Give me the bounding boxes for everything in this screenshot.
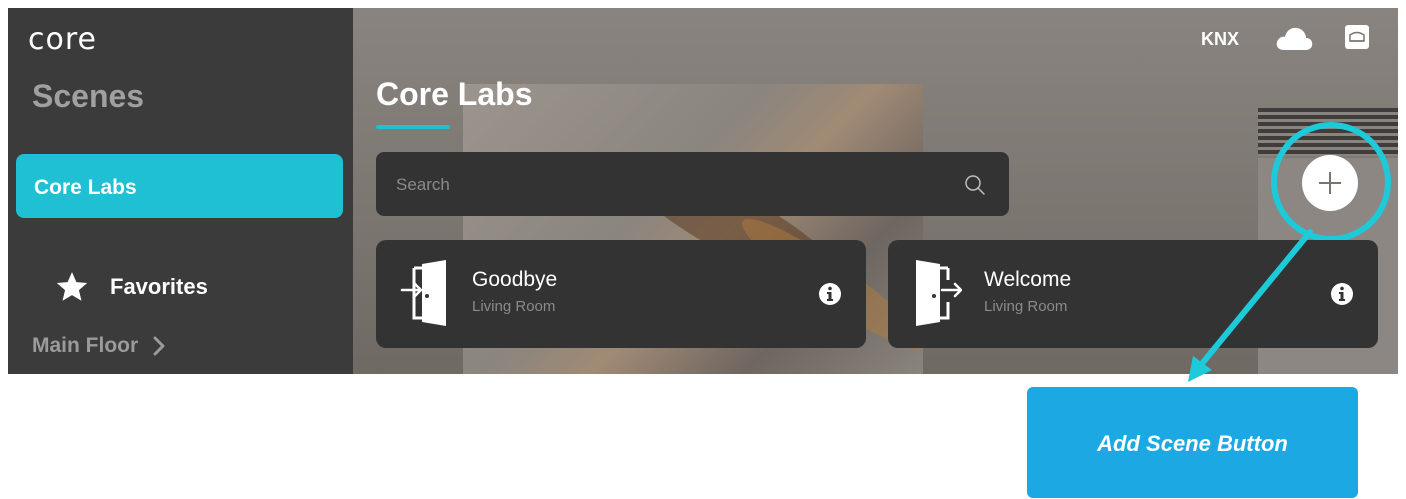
sidebar-item-label: Core Labs [34, 176, 137, 199]
scene-name: Welcome [984, 268, 1072, 291]
scene-card-welcome[interactable]: Welcome Living Room [888, 240, 1378, 348]
knx-status-label[interactable]: KNX [1201, 29, 1239, 50]
info-icon[interactable] [1330, 282, 1354, 306]
door-enter-icon [916, 260, 962, 326]
scene-room: Living Room [472, 298, 556, 315]
search-input[interactable] [394, 152, 938, 218]
app-logo: core [28, 22, 97, 57]
sidebar-item-favorites[interactable]: Favorites [54, 270, 208, 304]
title-underline [376, 125, 450, 129]
sidebar-item-core-labs[interactable]: Core Labs [16, 154, 343, 218]
sidebar-title: Scenes [32, 78, 145, 114]
info-icon[interactable] [818, 282, 842, 306]
scene-name: Goodbye [472, 268, 558, 291]
star-icon [56, 272, 88, 301]
add-scene-button[interactable] [1302, 155, 1358, 211]
sidebar: core Scenes Core Labs Favorites Main Flo… [8, 8, 353, 374]
annotation-label: Add Scene Button [1097, 431, 1288, 456]
chevron-right-icon [153, 336, 165, 356]
sidebar-item-label: Favorites [110, 274, 208, 299]
sidebar-item-main-floor[interactable]: Main Floor [32, 334, 166, 358]
door-exit-icon [400, 260, 446, 326]
plus-icon [1319, 172, 1341, 194]
sidebar-item-label: Main Floor [32, 334, 139, 357]
app-screen: core Scenes Core Labs Favorites Main Flo… [8, 8, 1398, 374]
page-title: Core Labs [376, 76, 533, 112]
scene-room: Living Room [984, 298, 1068, 315]
search-bar[interactable] [376, 152, 1009, 218]
annotation-callout: Add Scene Button [1027, 387, 1358, 498]
gateway-icon[interactable] [1344, 24, 1370, 50]
search-icon[interactable] [964, 174, 986, 196]
cloud-icon[interactable] [1274, 24, 1314, 52]
scene-card-goodbye[interactable]: Goodbye Living Room [376, 240, 866, 348]
